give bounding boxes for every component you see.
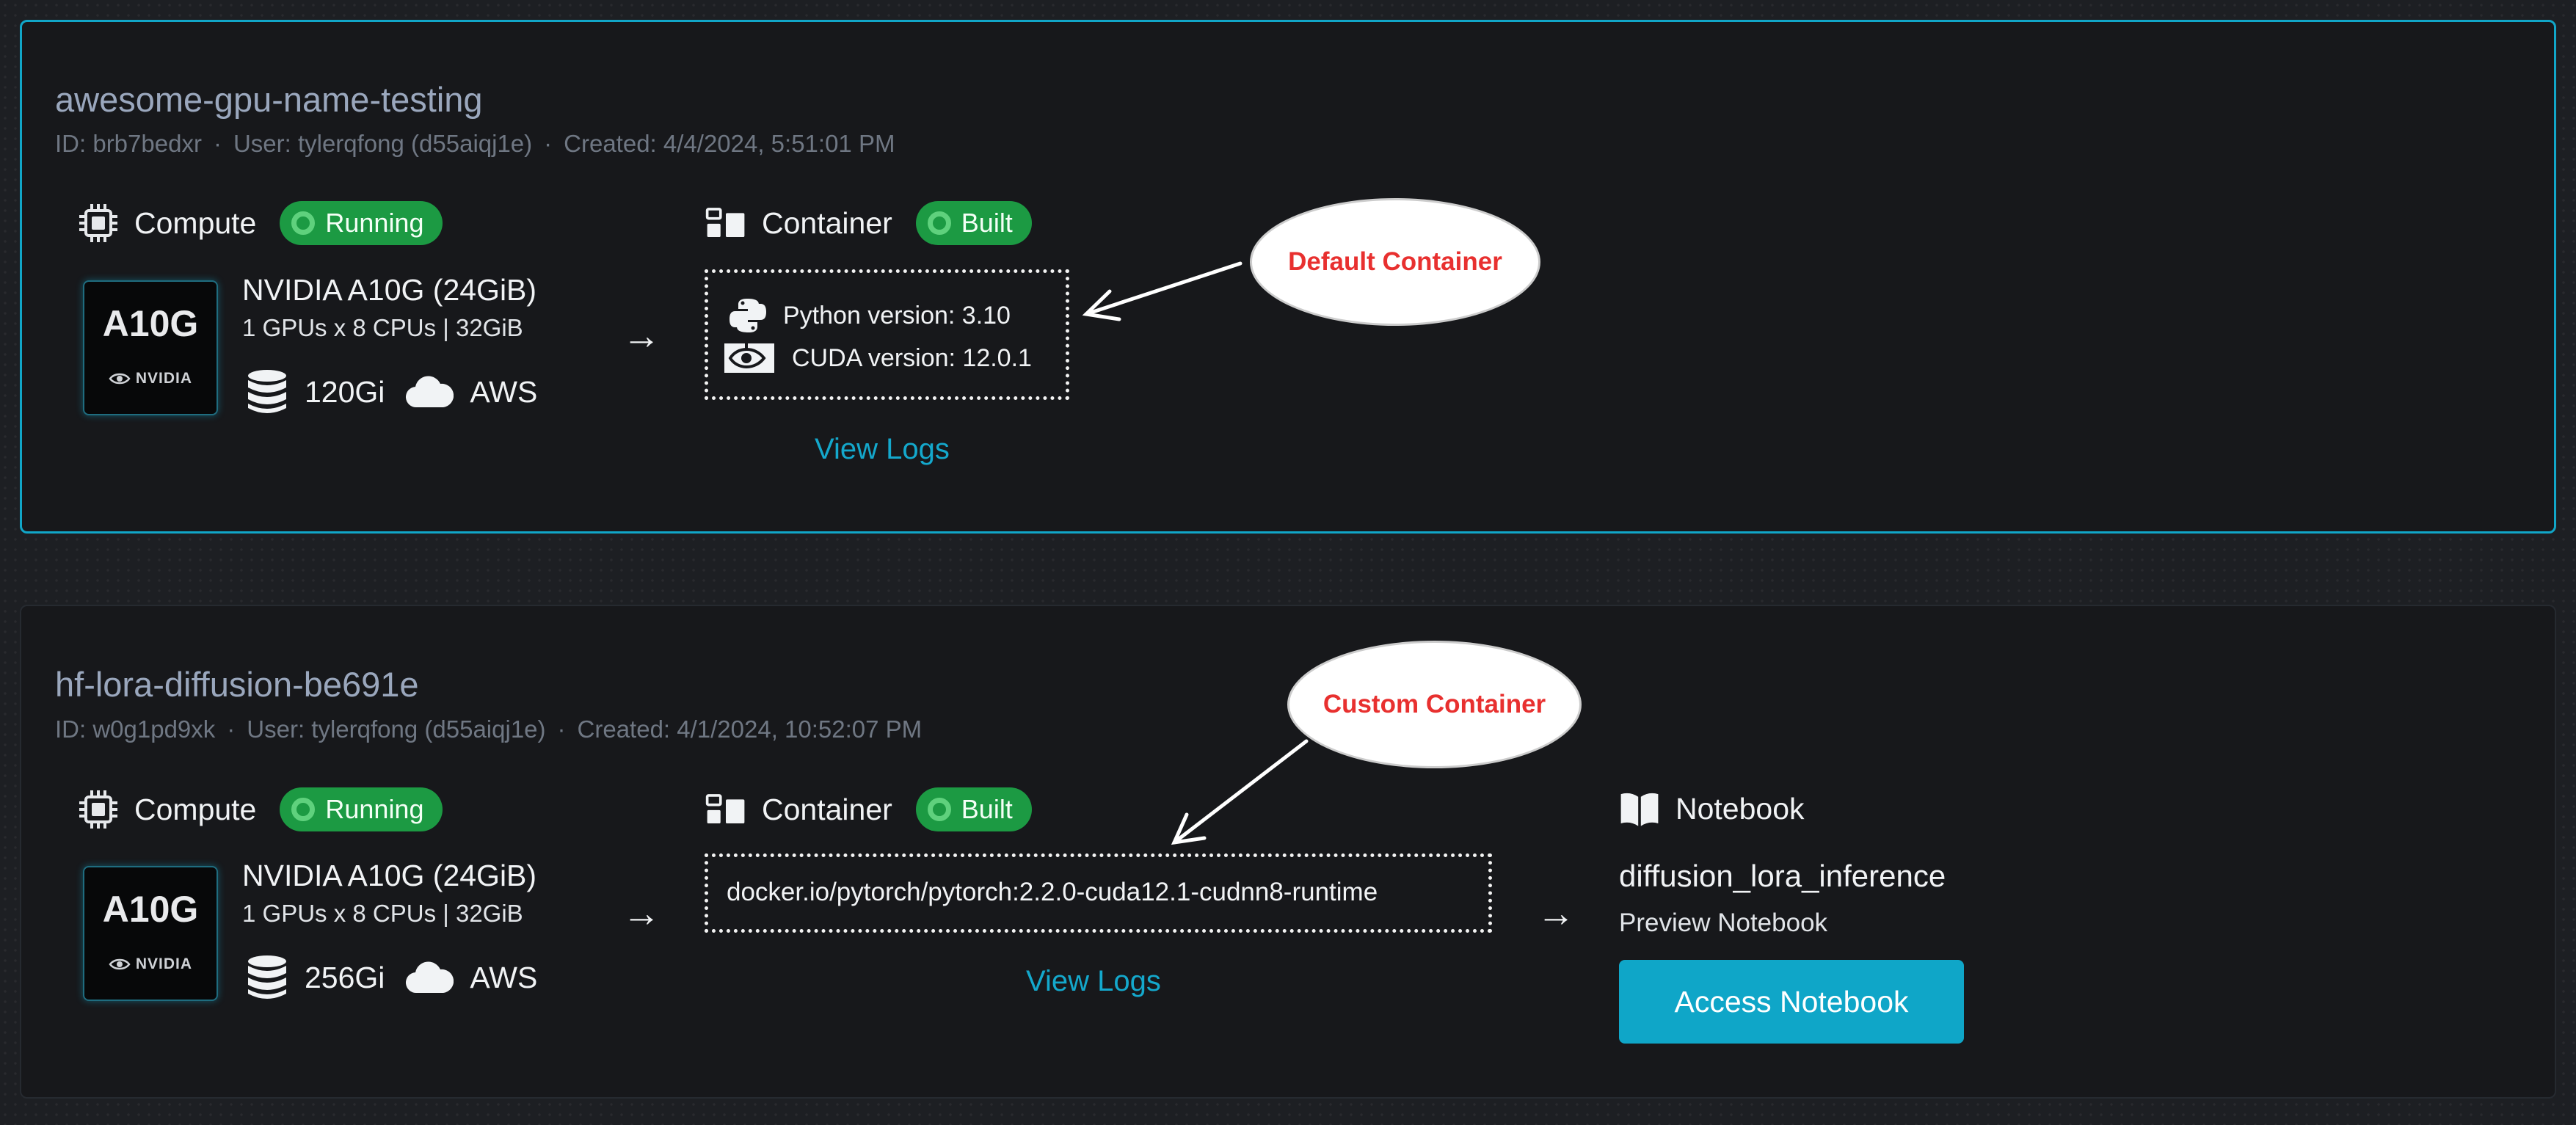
annotation-arrows	[1082, 261, 1309, 845]
